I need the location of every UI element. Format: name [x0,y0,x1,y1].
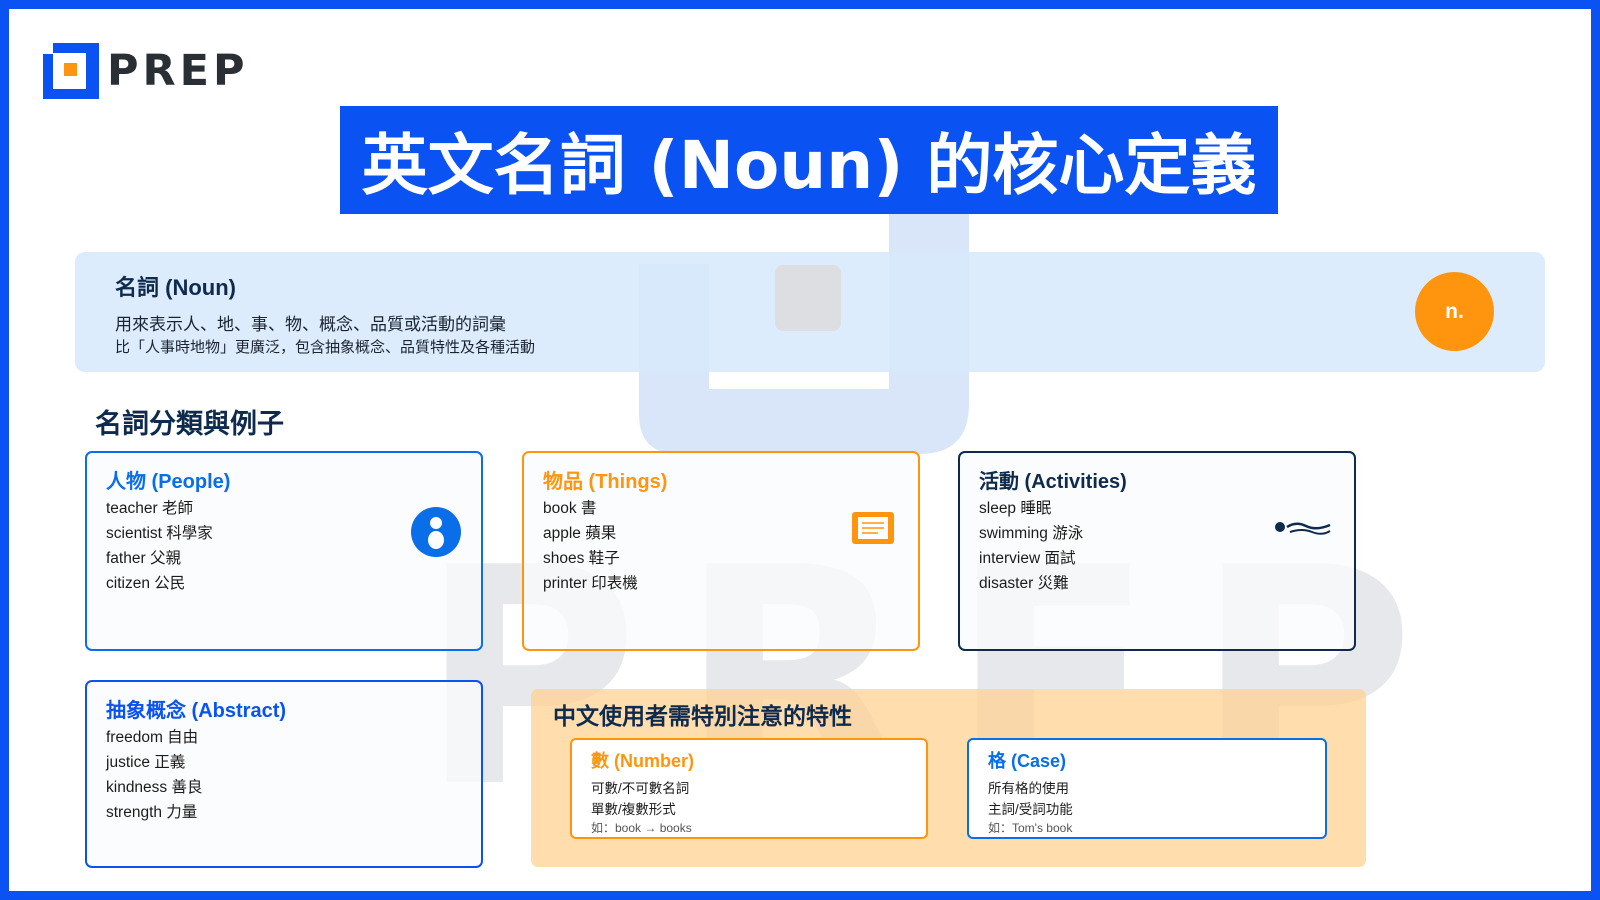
feature-example: 如：Tom's book [988,821,1073,835]
image-placeholder [775,265,841,331]
list-item: kindness 善良 [106,779,203,796]
category-card-abstract: 抽象概念 (Abstract) freedom 自由 justice 正義 ki… [85,680,483,868]
list-item: freedom 自由 [106,729,199,746]
category-title: 抽象概念 (Abstract) [106,700,287,722]
category-title: 活動 (Activities) [979,471,1127,493]
feature-card-case: 格 (Case) 所有格的使用 主詞/受詞功能 如：Tom's book [967,738,1327,839]
brand-logo[interactable]: PREP [43,43,249,99]
list-item: apple 蘋果 [543,525,617,542]
feature-text: 可數/不可數名詞 [591,781,690,796]
example-list: teacher 老師 scientist 科學家 father 父親 citiz… [106,496,213,596]
list-item: justice 正義 [106,754,186,771]
swimming-icon [1275,522,1331,535]
feature-title: 格 (Case) [988,751,1067,771]
definition-title: 名詞 (Noun) [115,275,236,300]
slide-frame: PREP PREP 英文名詞 (Noun) 的核心定義 名詞 (Noun) 用來… [0,0,1600,900]
brand-logo-text: PREP [107,46,249,96]
list-item: disaster 災難 [979,575,1069,592]
feature-text: 所有格的使用 [988,781,1069,796]
feature-text: 單數/複數形式 [591,802,676,817]
category-card-things: 物品 (Things) book 書 apple 蘋果 shoes 鞋子 pri… [522,451,920,651]
list-item: interview 面試 [979,550,1076,567]
category-title: 人物 (People) [106,471,231,493]
special-features-title: 中文使用者需特別注意的特性 [553,703,852,729]
person-icon [411,507,461,557]
example-list: sleep 睡眠 swimming 游泳 interview 面試 disast… [979,496,1083,596]
list-item: book 書 [543,500,597,517]
noun-abbreviation-badge: n. [1415,272,1494,351]
feature-example: 如：book → books [591,821,692,835]
prep-logo-icon [43,43,99,99]
list-item: printer 印表機 [543,575,638,592]
list-item: swimming 游泳 [979,525,1084,542]
feature-title: 數 (Number) [591,751,694,771]
category-card-people: 人物 (People) teacher 老師 scientist 科學家 fat… [85,451,483,651]
definition-note: 比「人事時地物」更廣泛，包含抽象概念、品質特性及各種活動 [115,339,536,356]
list-item: father 父親 [106,550,181,567]
list-item: shoes 鞋子 [543,550,620,567]
document-icon [852,512,894,544]
definition-panel: 名詞 (Noun) 用來表示人、地、事、物、概念、品質或活動的詞彙 比「人事時地… [75,252,1545,372]
category-card-activities: 活動 (Activities) sleep 睡眠 swimming 游泳 int… [958,451,1356,651]
example-list: book 書 apple 蘋果 shoes 鞋子 printer 印表機 [543,496,638,596]
section-title: 名詞分類與例子 [95,409,284,439]
list-item: strength 力量 [106,804,198,821]
special-features-panel: 中文使用者需特別注意的特性 數 (Number) 可數/不可數名詞 單數/複數形… [531,689,1366,867]
list-item: teacher 老師 [106,500,194,517]
definition-text: 用來表示人、地、事、物、概念、品質或活動的詞彙 [115,315,506,334]
example-list: freedom 自由 justice 正義 kindness 善良 streng… [106,725,202,825]
list-item: scientist 科學家 [106,525,213,542]
list-item: citizen 公民 [106,575,186,592]
list-item: sleep 睡眠 [979,500,1052,517]
feature-card-number: 數 (Number) 可數/不可數名詞 單數/複數形式 如：book → boo… [570,738,928,839]
feature-text: 主詞/受詞功能 [988,802,1073,817]
page-title: 英文名詞 (Noun) 的核心定義 [340,106,1278,214]
category-title: 物品 (Things) [543,471,668,493]
